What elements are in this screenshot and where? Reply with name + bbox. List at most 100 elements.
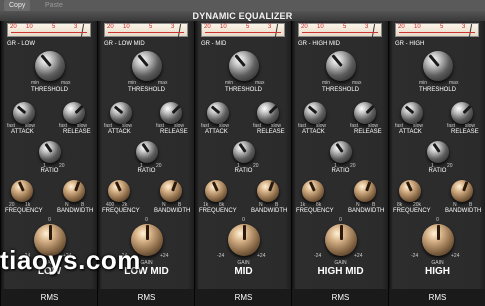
frequency-knob[interactable] [302,180,324,202]
threshold-label: THRESHOLD [30,87,68,93]
meter-scale-label: 5 [343,24,347,30]
threshold-label: THRESHOLD [321,87,359,93]
gain-max-label: +24 [451,253,460,259]
ratio-knob[interactable] [330,141,352,163]
gain-zero-label: 0 [48,217,51,223]
threshold-min-label: min [128,80,137,86]
attack-knob[interactable] [401,102,423,124]
plugin-title: DYNAMIC EQUALIZER [192,11,293,21]
meter-scale-label: 3 [268,24,272,30]
gain-reduction-meter: 20 10 5 3 [298,23,382,37]
ratio-knob[interactable] [427,141,449,163]
threshold-knob[interactable] [423,51,453,81]
release-knob[interactable] [160,102,182,124]
threshold-label: THRESHOLD [418,87,456,93]
gain-reduction-meter: 20 10 5 3 [201,23,285,37]
bandwidth-knob[interactable] [451,180,473,202]
release-knob[interactable] [354,102,376,124]
threshold-knob[interactable] [132,51,162,81]
bandwidth-knob[interactable] [354,180,376,202]
band-strip-2: 20 10 5 3 GR - MID min max THRESHOLD fast slow fas… [194,21,292,306]
attack-label: ATTACK [302,129,325,135]
band-strip-3: 20 10 5 3 GR - HIGH MID min max THRESHOLD fast sl… [291,21,389,306]
bandwidth-knob[interactable] [257,180,279,202]
attack-knob[interactable] [13,102,35,124]
copy-menu-item[interactable]: Copy [4,0,31,11]
attack-knob[interactable] [110,102,132,124]
attack-knob[interactable] [207,102,229,124]
ratio-label: RATIO [428,168,447,174]
gain-reduction-label: GR - LOW [7,41,35,47]
release-label: RELEASE [257,129,285,135]
meter-scale-label: 10 [26,24,33,30]
meter-scale-label: 3 [365,24,369,30]
meter-scale-label: 20 [10,24,17,30]
ratio-knob[interactable] [39,141,61,163]
ratio-label: RATIO [137,168,156,174]
gain-knob[interactable] [325,224,357,256]
frequency-knob[interactable] [11,180,33,202]
release-label: RELEASE [451,129,479,135]
threshold-max-label: max [158,80,168,86]
paste-menu-item[interactable]: Paste [40,0,68,11]
gain-reduction-meter: 20 10 5 3 [395,23,479,37]
gain-zero-label: 0 [436,217,439,223]
threshold-min-label: min [419,80,428,86]
gain-max-label: +24 [257,253,266,259]
gain-min-label: -24 [411,253,419,259]
gain-reduction-label: GR - HIGH MID [298,41,340,47]
gain-knob[interactable] [422,224,454,256]
gain-zero-label: 0 [145,217,148,223]
frequency-knob[interactable] [108,180,130,202]
frequency-knob[interactable] [205,180,227,202]
band-strip-4: 20 10 5 3 GR - HIGH min max THRESHOLD fast slow fa… [388,21,485,306]
rms-mode-label[interactable]: RMS [1,293,98,302]
gain-zero-label: 0 [242,217,245,223]
threshold-knob[interactable] [326,51,356,81]
rms-mode-label[interactable]: RMS [389,293,485,302]
frequency-knob[interactable] [399,180,421,202]
meter-scale-label: 10 [317,24,324,30]
threshold-knob[interactable] [229,51,259,81]
rms-mode-label[interactable]: RMS [195,293,292,302]
rms-mode-label[interactable]: RMS [292,293,389,302]
ratio-knob[interactable] [233,141,255,163]
band-name-label: HIGH MID [317,266,364,277]
release-knob[interactable] [257,102,279,124]
meter-scale-label: 10 [414,24,421,30]
bandwidth-knob[interactable] [63,180,85,202]
threshold-knob[interactable] [35,51,65,81]
gain-min-label: -24 [217,253,225,259]
release-knob[interactable] [63,102,85,124]
bandwidth-label: BANDWIDTH [348,208,385,214]
ratio-label: RATIO [331,168,350,174]
meter-scale-label: 10 [220,24,227,30]
attack-knob[interactable] [304,102,326,124]
release-knob[interactable] [451,102,473,124]
threshold-max-label: max [352,80,362,86]
meter-needle [80,24,85,37]
plugin-title-bar: DYNAMIC EQUALIZER [0,11,485,21]
threshold-min-label: min [225,80,234,86]
bandwidth-knob[interactable] [160,180,182,202]
gain-reduction-label: GR - LOW MID [104,41,145,47]
gain-knob[interactable] [228,224,260,256]
watermark-text: tiaoys.com [0,245,141,275]
frequency-label: FREQUENCY [102,208,140,214]
rms-mode-label[interactable]: RMS [98,293,195,302]
gain-max-label: +24 [160,253,169,259]
attack-label: ATTACK [108,129,131,135]
meter-scale-label: 3 [462,24,466,30]
gain-reduction-meter: 20 10 5 3 [104,23,188,37]
attack-label: ATTACK [205,129,228,135]
bandwidth-label: BANDWIDTH [251,208,288,214]
meter-scale-label: 3 [171,24,175,30]
meter-needle [371,24,376,37]
threshold-max-label: max [61,80,71,86]
release-label: RELEASE [63,129,91,135]
ratio-knob[interactable] [136,141,158,163]
bandwidth-label: BANDWIDTH [57,208,94,214]
meter-scale-label: 5 [149,24,153,30]
meter-red-zone [302,32,378,33]
threshold-label: THRESHOLD [127,87,165,93]
